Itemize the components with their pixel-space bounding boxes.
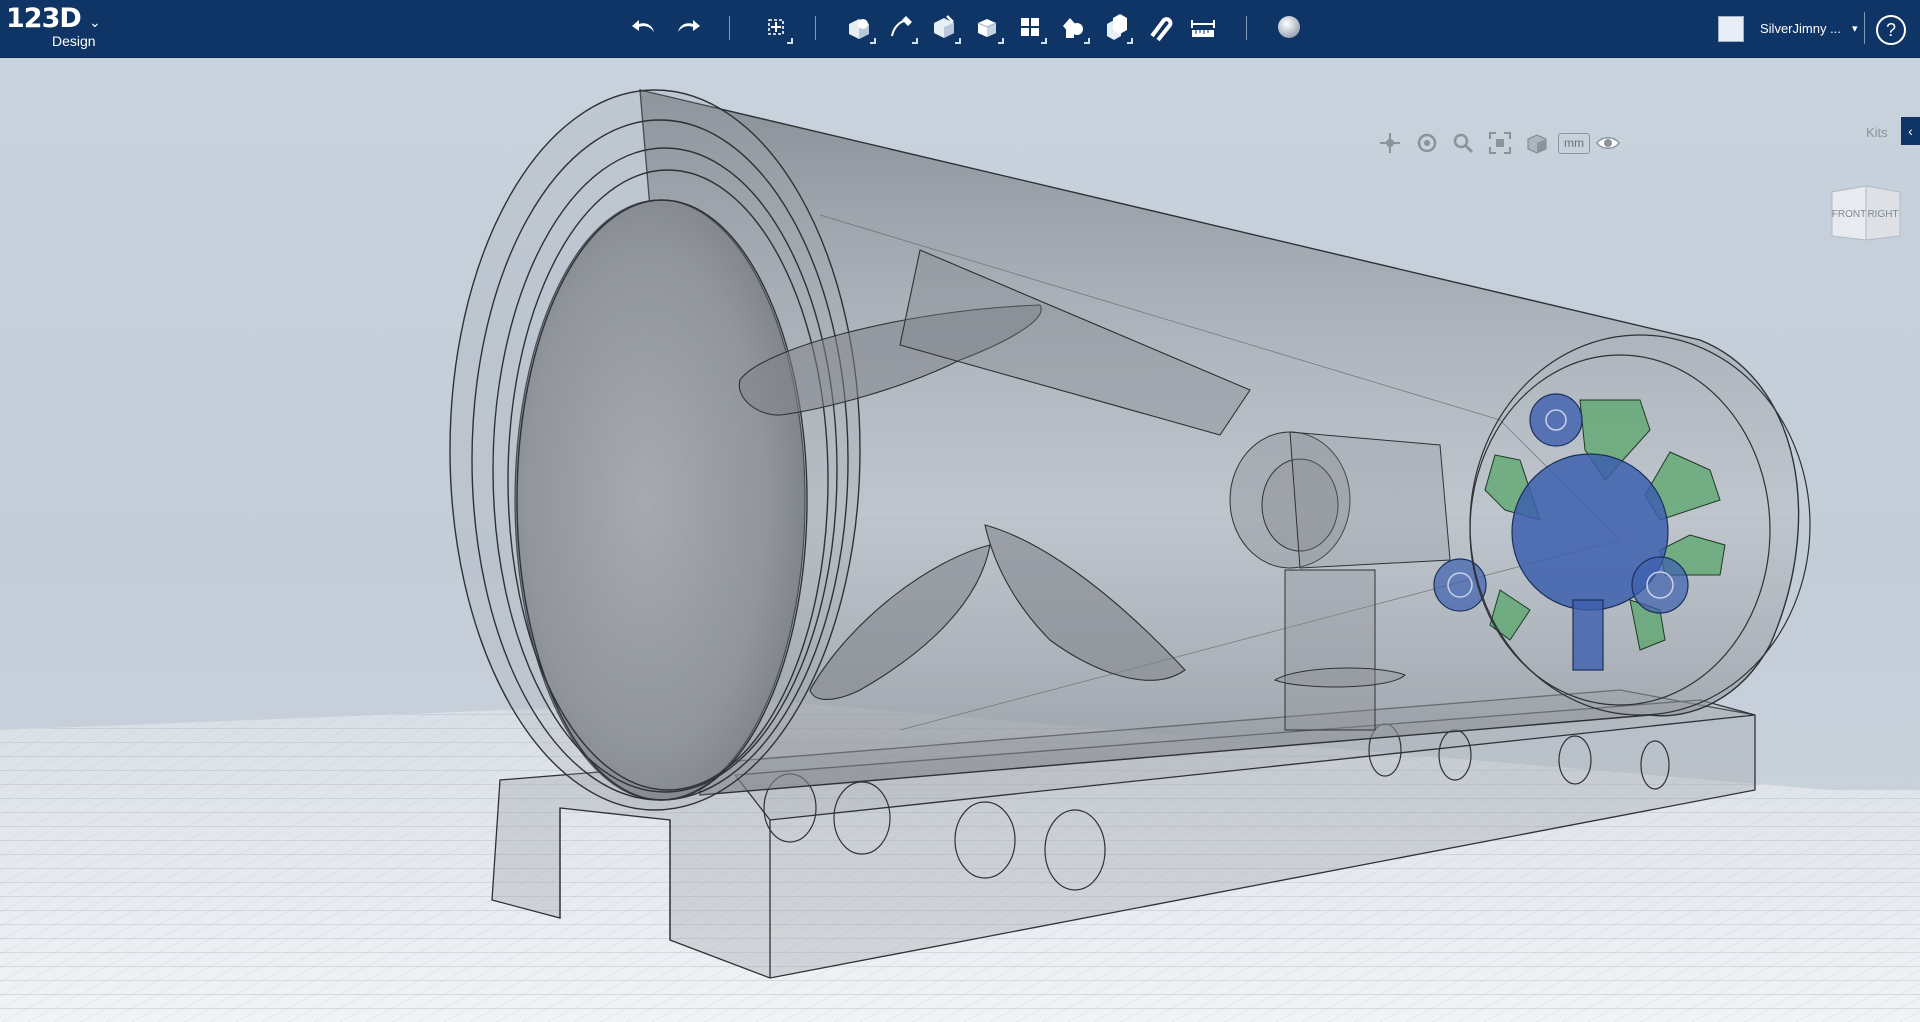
orbit-button[interactable] xyxy=(1414,130,1440,156)
visibility-icon xyxy=(1596,137,1620,149)
kits-label[interactable]: Kits xyxy=(1866,125,1888,140)
logo-sub: Design xyxy=(52,33,96,49)
3d-viewport[interactable]: mm Kits ‹ FRONT RIGHT xyxy=(0,58,1920,1022)
orbit-icon xyxy=(1417,133,1437,153)
submenu-corner xyxy=(870,38,876,44)
zoom-button[interactable] xyxy=(1450,130,1476,156)
material-button[interactable] xyxy=(1270,8,1308,46)
submenu-corner xyxy=(787,38,793,44)
view-cube[interactable]: FRONT RIGHT xyxy=(1828,184,1904,246)
pan-icon xyxy=(1380,133,1400,153)
tube-flange xyxy=(449,89,861,811)
submenu-corner xyxy=(998,38,1004,44)
measure-button[interactable] xyxy=(1184,8,1222,46)
toolbar-separator xyxy=(1246,16,1247,40)
user-name[interactable]: SilverJimny ... xyxy=(1760,21,1841,36)
visibility-button[interactable] xyxy=(1595,130,1621,156)
combine-button[interactable] xyxy=(1097,8,1135,46)
undo-icon xyxy=(632,20,654,32)
view-mode-icon xyxy=(1527,134,1547,154)
kits-panel-toggle[interactable]: ‹ xyxy=(1901,117,1920,145)
pattern-button[interactable] xyxy=(1011,8,1049,46)
viewcube-front-label[interactable]: FRONT xyxy=(1832,209,1866,220)
user-avatar[interactable] xyxy=(1718,16,1744,42)
units-badge[interactable]: mm xyxy=(1558,133,1590,154)
viewcube-right-label[interactable]: RIGHT xyxy=(1867,209,1898,220)
fit-icon xyxy=(1489,132,1511,154)
primitives-button[interactable] xyxy=(840,8,878,46)
app-logo[interactable]: 123D Design ⌄ xyxy=(6,3,101,50)
measure-icon xyxy=(1191,20,1215,37)
material-sphere-icon xyxy=(1278,16,1300,38)
logo-main: 123D xyxy=(6,3,82,34)
toolbar-separator xyxy=(1864,12,1865,44)
toolbar-separator xyxy=(815,16,816,40)
transform-button[interactable] xyxy=(757,8,795,46)
grouping-button[interactable] xyxy=(1054,8,1092,46)
top-toolbar: 123D Design ⌄ SilverJimny ... ▾ ? xyxy=(0,0,1920,58)
snap-icon xyxy=(1150,17,1173,42)
undo-button[interactable] xyxy=(626,8,664,46)
submenu-corner xyxy=(1084,38,1090,44)
submenu-corner xyxy=(912,38,918,44)
construct-button[interactable] xyxy=(925,8,963,46)
view-mode-button[interactable] xyxy=(1524,130,1550,156)
scene-canvas[interactable] xyxy=(0,58,1920,1022)
toolbar-separator xyxy=(729,16,730,40)
zoom-icon xyxy=(1453,133,1474,154)
sketch-button[interactable] xyxy=(882,8,920,46)
modify-button[interactable] xyxy=(968,8,1006,46)
redo-icon xyxy=(678,20,700,32)
user-dropdown-icon[interactable]: ▾ xyxy=(1852,22,1858,35)
chevron-down-icon[interactable]: ⌄ xyxy=(89,14,101,31)
submenu-corner xyxy=(1041,38,1047,44)
help-button[interactable]: ? xyxy=(1876,15,1906,45)
pan-button[interactable] xyxy=(1377,130,1403,156)
redo-button[interactable] xyxy=(668,8,706,46)
submenu-corner xyxy=(1127,38,1133,44)
snap-button[interactable] xyxy=(1140,8,1178,46)
submenu-corner xyxy=(955,38,961,44)
fit-button[interactable] xyxy=(1487,130,1513,156)
